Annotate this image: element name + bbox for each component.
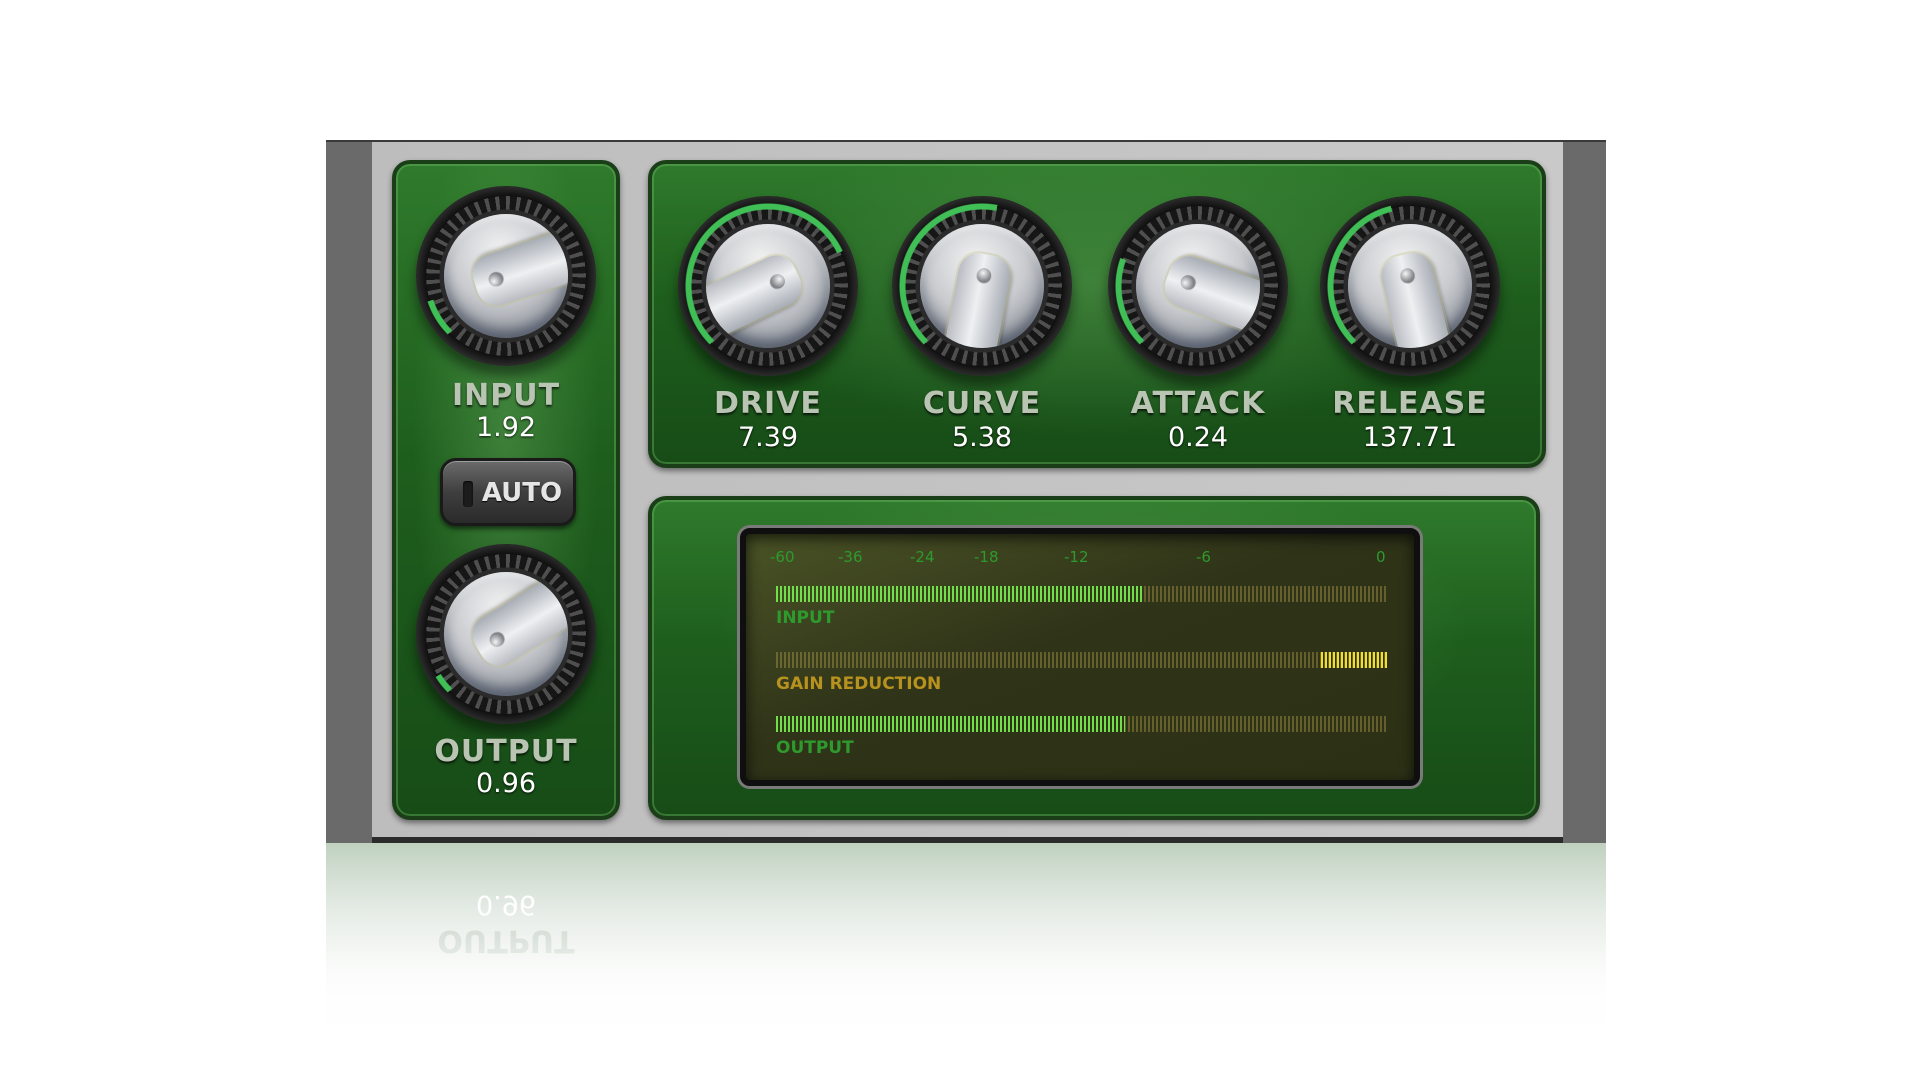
auto-button[interactable]: AUTO <box>440 458 576 526</box>
gain-reduction-meter-label: GAIN REDUCTION <box>776 674 942 694</box>
knob-pointer <box>467 231 568 311</box>
knob-cap <box>444 214 568 338</box>
output-meter-bar <box>776 716 1388 732</box>
meter-scale-label: -12 <box>1064 548 1089 566</box>
knob-cap <box>920 224 1044 348</box>
meter-scale-label: -24 <box>910 548 935 566</box>
meter-scale-label: -18 <box>974 548 999 566</box>
gain-reduction-meter-bar <box>776 652 1388 668</box>
attack-knob-value: 0.24 <box>1167 422 1229 453</box>
knob-pointer <box>1159 250 1260 333</box>
knob-pointer <box>944 249 1014 348</box>
knob-cap <box>1136 224 1260 348</box>
drive-knob-label: DRIVE <box>714 386 822 421</box>
knob-cap <box>1348 224 1472 348</box>
level-meter-display: -60 -36 -24 -18 -12 -6 0 INPUT GAIN REDU… <box>740 528 1420 786</box>
curve-knob-value: 5.38 <box>951 422 1013 453</box>
meter-scale-label: -6 <box>1196 548 1211 566</box>
curve-knob[interactable] <box>892 196 1072 376</box>
release-knob[interactable] <box>1320 196 1500 376</box>
knob-pointer <box>706 248 809 337</box>
attack-knob-label: ATTACK <box>1130 386 1266 421</box>
gain-reduction-meter-fill <box>1320 652 1388 668</box>
plugin-window: INPUT 1.92 AUTO OUTPUT 0.96 DRIVE 7.39 C… <box>0 0 1920 1080</box>
input-meter-fill <box>776 586 1144 602</box>
output-knob-label: OUTPUT <box>434 734 578 769</box>
meter-scale-label: -36 <box>838 548 863 566</box>
attack-knob[interactable] <box>1108 196 1288 376</box>
auto-led-indicator <box>463 481 473 507</box>
output-meter-label: OUTPUT <box>776 738 854 758</box>
reflection-fade <box>326 843 1606 1080</box>
release-knob-label: RELEASE <box>1332 386 1488 421</box>
output-meter-fill <box>776 716 1125 732</box>
plugin-reflection: 0.96 OUTPUT <box>326 843 1606 1080</box>
curve-knob-label: CURVE <box>922 386 1042 421</box>
input-meter-label: INPUT <box>776 608 835 628</box>
meter-scale-label: 0 <box>1376 548 1386 566</box>
input-knob[interactable] <box>416 186 596 366</box>
auto-button-label: AUTO <box>481 478 563 508</box>
knob-cap <box>706 224 830 348</box>
output-knob[interactable] <box>416 544 596 724</box>
release-knob-value: 137.71 <box>1362 422 1458 453</box>
knob-pointer <box>1377 248 1451 348</box>
output-knob-value: 0.96 <box>475 768 537 799</box>
drive-knob-value: 7.39 <box>737 422 799 453</box>
input-knob-label: INPUT <box>451 378 561 413</box>
input-meter-bar <box>776 586 1388 602</box>
knob-pointer <box>465 578 568 673</box>
drive-knob[interactable] <box>678 196 858 376</box>
meter-scale-label: -60 <box>770 548 795 566</box>
input-knob-value: 1.92 <box>475 412 537 443</box>
knob-cap <box>444 572 568 696</box>
